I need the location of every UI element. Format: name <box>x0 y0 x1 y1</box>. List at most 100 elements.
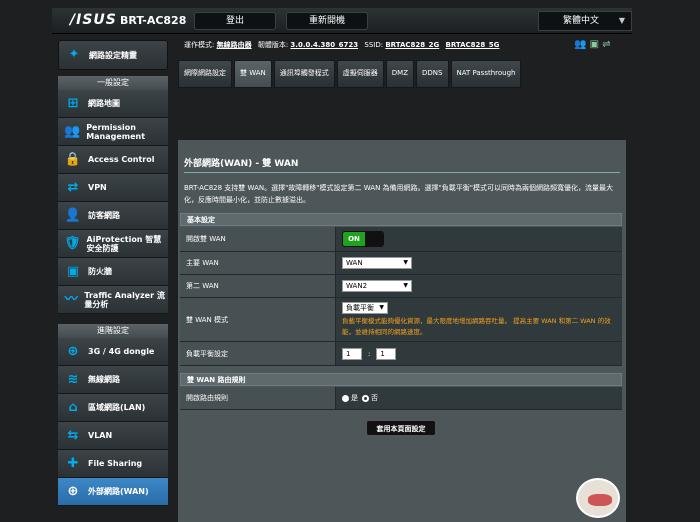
status-icons: 👥 ▣ ⇌ <box>574 39 611 50</box>
sidebar-item-label: VPN <box>88 183 107 192</box>
sidebar-item-guest[interactable]: 👤 訪客網路 <box>58 202 168 230</box>
wand-icon: ✦ <box>68 47 80 62</box>
sidebar-item-label: 網路設定精靈 <box>89 50 137 60</box>
sidebar-item-wan[interactable]: ⊕ 外部網路(WAN) <box>58 478 168 506</box>
ssid-5g-link[interactable]: BRTAC828_5G <box>445 41 499 49</box>
primary-wan-label: 主要 WAN <box>180 252 336 274</box>
network-map-icon: ⊞ <box>67 95 79 111</box>
load-balance-secondary-input[interactable]: 1 <box>376 347 397 360</box>
ratio-separator: : <box>368 349 371 358</box>
routing-rules-cell: 是 否 <box>336 387 622 409</box>
tab-dmz[interactable]: DMZ <box>385 60 415 88</box>
puzzle-icon: ✚ <box>67 455 79 471</box>
home-icon: ⌂ <box>68 399 78 415</box>
dual-wan-mode-cell: 負載平衡 ▼ 負載平衡模式能夠優化資源，最大限度地增加網路吞吐量。 提高主要 W… <box>336 298 622 341</box>
ssid-label: SSID: <box>364 41 384 49</box>
network-status-icon[interactable]: ▣ <box>590 39 599 50</box>
row-primary-wan: 主要 WAN WAN ▼ <box>180 252 622 275</box>
row-routing-rules: 開啟路由規則 是 否 <box>180 387 622 410</box>
asus-logo: /ISUS <box>70 12 117 28</box>
top-bar: /ISUS BRT-AC828 登出 重新開機 繁體中文 ▼ <box>52 8 632 34</box>
users-icon: 👥 <box>64 123 81 139</box>
tab-ddns[interactable]: DDNS <box>416 60 449 88</box>
sidebar-item-vpn[interactable]: ⇄ VPN <box>58 174 168 202</box>
routing-rules-label: 開啟路由規則 <box>180 387 336 409</box>
lock-icon: 🔒 <box>64 151 82 167</box>
row-enable-dual-wan: 開啟雙 WAN ON <box>180 227 622 252</box>
op-mode-link[interactable]: 無線路由器 <box>217 41 252 49</box>
chevron-down-icon: ▼ <box>379 303 384 311</box>
language-select[interactable]: 繁體中文 ▼ <box>538 11 632 31</box>
reboot-button[interactable]: 重新開機 <box>286 12 368 30</box>
traffic-icon: 〰 <box>64 291 78 307</box>
main-content: 外部網路(WAN) - 雙 WAN BRT-AC828 支持雙 WAN。選擇"故… <box>178 140 626 522</box>
sidebar: ✦ 網路設定精靈 一般設定 ⊞ 網路地圖 👥 Permission Manage… <box>58 40 168 506</box>
sidebar-item-wireless[interactable]: ≋ 無線網路 <box>58 366 168 394</box>
load-balance-primary-input[interactable]: 1 <box>342 347 362 360</box>
globe-icon: ⊕ <box>67 343 79 359</box>
status-info-bar: 運作模式: 無線路由器 韌體版本: 3.0.0.4.380_6723 SSID:… <box>184 40 503 50</box>
mode-note: 負載平衡模式能夠優化資源，最大限度地增加網路吞吐量。 提高主要 WAN 和第二 … <box>342 316 611 336</box>
secondary-wan-select[interactable]: WAN2 ▼ <box>342 280 412 292</box>
dual-wan-mode-value: 負載平衡 <box>346 303 374 312</box>
tab-port-trigger[interactable]: 通訊埠觸發程式 <box>273 60 335 88</box>
dual-wan-mode-select[interactable]: 負載平衡 ▼ <box>342 301 388 314</box>
load-balance-cell: 1 : 1 <box>336 342 622 365</box>
tab-dual-wan[interactable]: 雙 WAN <box>234 60 272 88</box>
vlan-icon: ⇆ <box>67 427 79 443</box>
sidebar-item-label: File Sharing <box>88 459 143 468</box>
op-mode-label: 運作模式: <box>184 41 215 49</box>
guest-icon: 👤 <box>64 207 82 223</box>
sidebar-item-permission[interactable]: 👥 Permission Management <box>58 118 168 146</box>
sidebar-item-aiprotection[interactable]: 🛡 AiProtection 智慧安全防護 <box>58 230 168 258</box>
usb-icon[interactable]: ⇌ <box>602 39 610 50</box>
wifi-icon: ≋ <box>67 371 79 387</box>
sidebar-item-firewall[interactable]: ▣ 防火牆 <box>58 258 168 286</box>
ssid-2g-link[interactable]: BRTAC828_2G <box>385 41 439 49</box>
sidebar-item-label: 區域網路(LAN) <box>88 403 146 412</box>
sidebar-item-label: 訪客網路 <box>88 211 120 220</box>
sidebar-general-header: 一般設定 <box>58 76 168 90</box>
sidebar-item-label: 防火牆 <box>88 267 112 276</box>
firmware-link[interactable]: 3.0.0.4.380_6723 <box>290 41 358 49</box>
primary-wan-select[interactable]: WAN ▼ <box>342 257 412 269</box>
sidebar-item-label: VLAN <box>88 431 113 440</box>
chevron-down-icon: ▼ <box>618 16 625 25</box>
sidebar-item-network-map[interactable]: ⊞ 網路地圖 <box>58 90 168 118</box>
sidebar-item-3g4g[interactable]: ⊕ 3G / 4G dongle <box>58 338 168 366</box>
routing-no-radio[interactable] <box>362 394 369 402</box>
row-load-balance: 負載平衡設定 1 : 1 <box>180 342 622 366</box>
sidebar-item-label: 3G / 4G dongle <box>88 347 155 356</box>
logout-button[interactable]: 登出 <box>194 12 276 30</box>
sidebar-item-file-sharing[interactable]: ✚ File Sharing <box>58 450 168 478</box>
sidebar-item-traffic-analyzer[interactable]: 〰 Traffic Analyzer 流量分析 <box>58 286 168 314</box>
tab-internet[interactable]: 網際網路設定 <box>178 60 232 88</box>
primary-wan-value: WAN <box>346 259 363 267</box>
secondary-wan-cell: WAN2 ▼ <box>336 275 622 297</box>
language-label: 繁體中文 <box>563 16 600 26</box>
tab-bar: 網際網路設定 雙 WAN 通訊埠觸發程式 虛擬伺服器 DMZ DDNS NAT … <box>178 60 523 88</box>
firewall-icon: ▣ <box>66 263 80 279</box>
tab-virtual-server[interactable]: 虛擬伺服器 <box>336 60 384 88</box>
sidebar-item-setup-wizard[interactable]: ✦ 網路設定精靈 <box>58 40 168 70</box>
basic-settings-header: 基本設定 <box>180 213 622 226</box>
dual-wan-toggle[interactable]: ON <box>342 231 384 247</box>
user-status-icon[interactable]: 👥 <box>574 39 586 50</box>
watermark-logo <box>576 478 620 518</box>
routing-rules-header: 雙 WAN 路由規則 <box>180 373 622 386</box>
routing-no-label: 否 <box>371 394 378 402</box>
sidebar-item-label: 無線網路 <box>88 375 120 384</box>
tab-nat-passthrough[interactable]: NAT Passthrough <box>450 60 522 88</box>
firmware-label: 韌體版本: <box>257 41 289 49</box>
apply-button[interactable]: 套用本頁面設定 <box>366 420 436 436</box>
sidebar-item-access-control[interactable]: 🔒 Access Control <box>58 146 168 174</box>
toggle-knob <box>365 232 383 246</box>
routing-yes-radio[interactable] <box>342 394 349 402</box>
sidebar-item-vlan[interactable]: ⇆ VLAN <box>58 422 168 450</box>
sidebar-item-label: Access Control <box>88 155 155 164</box>
sidebar-item-lan[interactable]: ⌂ 區域網路(LAN) <box>58 394 168 422</box>
secondary-wan-label: 第二 WAN <box>180 275 336 297</box>
title-divider <box>184 172 620 173</box>
page-title: 外部網路(WAN) - 雙 WAN <box>184 159 299 169</box>
toggle-on-label: ON <box>343 232 365 246</box>
